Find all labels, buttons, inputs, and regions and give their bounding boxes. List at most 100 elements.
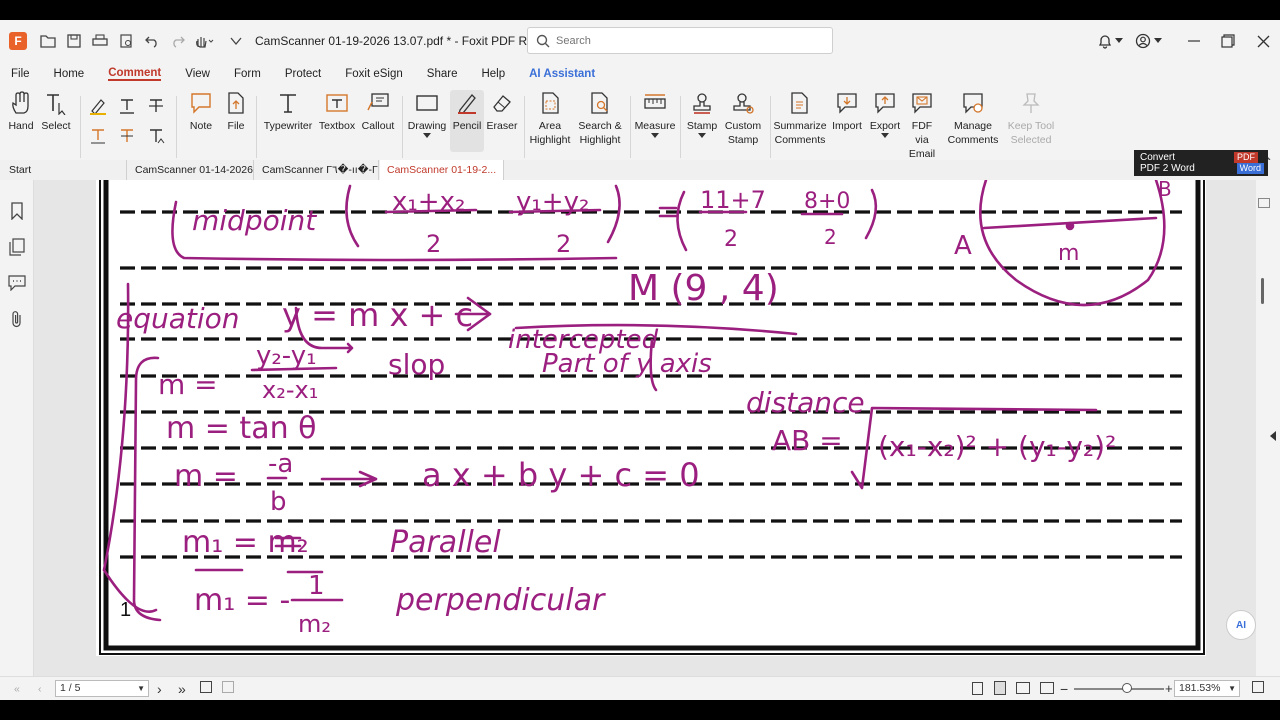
callout-tool-button[interactable]: Callout xyxy=(360,90,396,133)
menu-file[interactable]: File xyxy=(11,68,30,80)
minimize-icon[interactable] xyxy=(1181,28,1207,54)
zoom-slider[interactable] xyxy=(1074,683,1164,693)
print-icon[interactable] xyxy=(87,28,113,54)
select-tool-button[interactable]: Select xyxy=(40,90,72,133)
distance-ab-lhs: AB = xyxy=(772,424,843,457)
eraser-tool-button[interactable]: Eraser xyxy=(486,90,518,133)
bookmark-icon[interactable] xyxy=(8,202,26,220)
close-window-icon[interactable] xyxy=(1250,28,1276,54)
replace-text-icon[interactable] xyxy=(117,126,137,146)
extract-page-icon[interactable] xyxy=(222,681,234,693)
vertical-scrollbar[interactable] xyxy=(1256,180,1280,676)
rectangle-icon xyxy=(414,90,440,116)
drawing-tool-button[interactable]: Drawing xyxy=(406,90,448,139)
fdf-label-1: FDF via xyxy=(911,120,933,146)
note-label: Note xyxy=(189,120,213,132)
tab-start[interactable]: Start xyxy=(2,160,127,180)
menu-protect[interactable]: Protect xyxy=(285,68,321,80)
zoom-out-icon[interactable]: − xyxy=(1060,681,1068,697)
menu-home[interactable]: Home xyxy=(54,68,85,80)
maximize-icon[interactable] xyxy=(1215,28,1241,54)
hand-mode-icon[interactable] xyxy=(191,28,217,54)
strikeout-text-icon[interactable] xyxy=(146,96,166,116)
squiggly-text-icon[interactable] xyxy=(88,126,108,146)
tab-camscanner-active[interactable]: CamScanner 01-19-2... ✕ xyxy=(380,160,504,180)
previous-page-icon[interactable]: ‹ xyxy=(38,683,42,695)
last-page-icon[interactable]: » xyxy=(178,681,186,697)
measure-dropdown-icon xyxy=(651,133,659,138)
slope-tan: m = tan θ xyxy=(166,411,316,446)
menu-help[interactable]: Help xyxy=(481,68,505,80)
foxit-logo-icon[interactable]: F xyxy=(9,32,27,50)
comments-icon[interactable] xyxy=(8,274,26,292)
scroll-thumb[interactable] xyxy=(1261,278,1264,304)
zoom-in-icon[interactable]: + xyxy=(1165,681,1173,696)
open-folder-icon[interactable] xyxy=(35,28,61,54)
area-highlight-button[interactable]: Area Highlight xyxy=(528,90,572,147)
typewriter-tool-button[interactable]: Typewriter xyxy=(262,90,314,133)
pencil-tool-button[interactable]: Pencil xyxy=(450,90,484,152)
ai-assistant-float-icon[interactable]: AI xyxy=(1226,610,1256,640)
zoom-dropdown-icon[interactable]: ▼ xyxy=(1228,681,1236,696)
rotate-view-icon[interactable] xyxy=(200,681,212,693)
measure-tool-button[interactable]: Measure xyxy=(634,90,676,139)
menu-form[interactable]: Form xyxy=(234,68,261,80)
export-dropdown-icon xyxy=(881,133,889,138)
next-page-icon[interactable]: › xyxy=(157,681,162,697)
hand-tool-button[interactable]: Hand xyxy=(6,90,36,133)
convert-pdf-to-word-banner[interactable]: Convert PDF 2 Word PDF Word xyxy=(1134,150,1268,176)
document-viewport[interactable]: midpoint x₁+x₂ 2 y₁+y₂ 2 11+7 2 8+0 2 A … xyxy=(34,180,1256,676)
menu-bar: File Home Comment View Form Protect Foxi… xyxy=(0,62,1280,86)
account-chevron-icon[interactable] xyxy=(1151,28,1165,54)
menu-comment[interactable]: Comment xyxy=(108,67,162,81)
first-page-icon[interactable]: « xyxy=(14,683,20,695)
search-highlight-button[interactable]: Search & Highlight xyxy=(576,90,624,147)
tab-camscanner-1[interactable]: CamScanner 01-14-2026... xyxy=(128,160,254,180)
stamp-tool-button[interactable]: Stamp xyxy=(686,90,718,139)
attachments-icon[interactable] xyxy=(8,310,26,328)
export-comments-button[interactable]: Export xyxy=(868,90,902,139)
search-input[interactable] xyxy=(556,34,816,47)
pages-icon[interactable] xyxy=(8,238,26,256)
undo-icon[interactable] xyxy=(139,28,165,54)
menu-share[interactable]: Share xyxy=(427,68,458,80)
tab-camscanner-2[interactable]: CamScanner Γ٦�-ıı�-Γ•... xyxy=(255,160,379,180)
save-icon[interactable] xyxy=(61,28,87,54)
zoom-slider-thumb[interactable] xyxy=(1122,683,1132,693)
fullscreen-icon[interactable] xyxy=(1252,681,1264,693)
menu-ai-assistant[interactable]: AI Assistant xyxy=(529,68,595,80)
search-box[interactable] xyxy=(527,27,833,54)
facing-view-icon[interactable] xyxy=(1016,682,1030,694)
ribbon-separator xyxy=(770,96,771,158)
tab-close-icon[interactable]: ✕ xyxy=(503,164,504,177)
textbox-tool-button[interactable]: Textbox xyxy=(318,90,356,133)
chevron-down-icon[interactable] xyxy=(223,28,249,54)
continuous-facing-view-icon[interactable] xyxy=(1040,682,1054,694)
note-tool-button[interactable]: Note xyxy=(186,90,216,133)
bell-chevron-icon[interactable] xyxy=(1112,28,1126,54)
summarize-icon xyxy=(787,90,813,116)
highlight-icon[interactable] xyxy=(88,96,108,116)
manage-comments-button[interactable]: Manage Comments xyxy=(944,90,1002,147)
insert-text-icon[interactable] xyxy=(146,126,166,146)
keep-tool-selected-button[interactable]: Keep Tool Selected xyxy=(1006,90,1056,147)
page-number-input[interactable]: 1 / 5 ▼ xyxy=(55,680,149,697)
zoom-level-input[interactable]: 181.53% ▼ xyxy=(1174,680,1240,697)
single-page-view-icon[interactable] xyxy=(972,682,983,695)
hand-icon xyxy=(8,90,34,116)
menu-foxit-esign[interactable]: Foxit eSign xyxy=(345,68,403,80)
custom-stamp-button[interactable]: Custom Stamp xyxy=(722,90,764,147)
properties-icon[interactable] xyxy=(113,28,139,54)
summarize-comments-button[interactable]: Summarize Comments xyxy=(773,90,827,147)
menu-view[interactable]: View xyxy=(185,68,210,80)
scroll-bottom-icon[interactable] xyxy=(1258,198,1270,208)
import-comments-button[interactable]: Import xyxy=(830,90,864,133)
fdf-via-email-button[interactable]: FDF via Email xyxy=(904,90,940,161)
page-dropdown-icon[interactable]: ▼ xyxy=(137,681,145,696)
eraser-icon xyxy=(489,90,515,116)
underline-text-icon[interactable] xyxy=(117,96,137,116)
redo-icon[interactable] xyxy=(165,28,191,54)
continuous-view-icon[interactable] xyxy=(994,681,1006,695)
file-attachment-button[interactable]: File xyxy=(222,90,250,133)
expand-right-panel-icon[interactable] xyxy=(1270,428,1276,446)
